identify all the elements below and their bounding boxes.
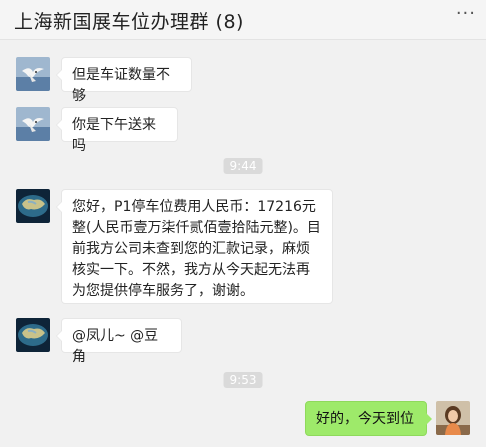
- timestamp: 9:44: [223, 158, 263, 174]
- message-text: 但是车证数量不够: [72, 67, 170, 104]
- timestamp: 9:53: [223, 372, 263, 388]
- globe-avatar[interactable]: [16, 189, 50, 223]
- chat-title: 上海新国展车位办理群 (8): [14, 11, 244, 33]
- message-bubble[interactable]: 您好，P1停车位费用人民币：17216元整(人民币壹万柒仟贰佰壹拾陆元整)。目前…: [56, 189, 333, 304]
- chat-header: 上海新国展车位办理群 (8) ···: [0, 0, 486, 40]
- girl-avatar[interactable]: [436, 401, 470, 435]
- message-bubble[interactable]: 但是车证数量不够: [56, 57, 192, 104]
- seagull-avatar[interactable]: [16, 107, 50, 141]
- message-bubble-self[interactable]: 好的，今天到位: [305, 401, 432, 436]
- seagull-avatar[interactable]: [16, 57, 50, 91]
- message-bubble[interactable]: @凤儿~ @豆角: [56, 318, 182, 365]
- more-dots-icon[interactable]: ···: [456, 3, 476, 24]
- globe-avatar[interactable]: [16, 318, 50, 352]
- message-text: 您好，P1停车位费用人民币：17216元整(人民币壹万柒仟贰佰壹拾陆元整)。目前…: [72, 199, 321, 299]
- message-text: 好的，今天到位: [316, 411, 414, 427]
- message-text: @凤儿~ @豆角: [72, 328, 159, 365]
- message-bubble[interactable]: 你是下午送来吗: [56, 107, 178, 154]
- message-text: 你是下午送来吗: [72, 117, 156, 154]
